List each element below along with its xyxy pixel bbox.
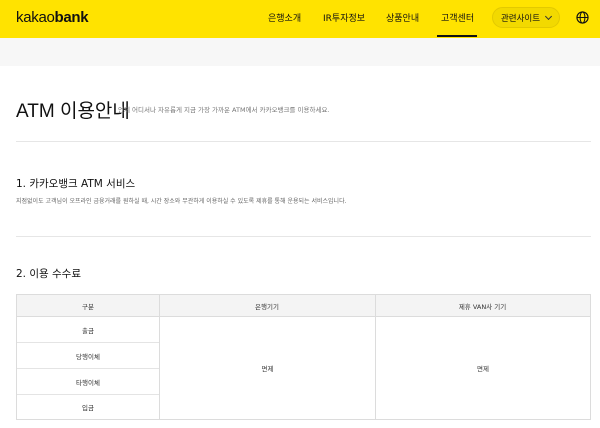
table-header-category: 구분 [17,295,159,317]
table-row-other-bank-transfer: 타행이체 [17,369,159,395]
table-header-bank-atm: 은행기기 [159,295,375,317]
logo-text-kakao: kakao [16,9,55,26]
divider [16,141,591,142]
logo-text-bank: bank [54,9,89,26]
table-row-same-bank-transfer: 당행이체 [17,343,159,369]
page-subtitle: 언제 어디서나 자유롭게 지금 가장 가까운 ATM에서 카카오뱅크를 이용하세… [118,106,330,114]
bank-atm-fee-cell: 면제 [261,365,274,373]
kakaobank-logo[interactable]: kakaobank [16,9,89,26]
nav-item-products[interactable]: 상품안내 [386,11,419,24]
nav-item-about[interactable]: 은행소개 [268,11,301,24]
related-sites-button[interactable]: 관련사이트 [492,7,560,28]
table-header-van-atm: 제휴 VAN사 기기 [375,295,590,317]
nav-item-ir[interactable]: IR투자정보 [323,11,365,24]
section-description: 지점없이도 고객님이 오프라인 금융거래를 원하실 때, 시간 장소와 무관하게… [16,198,347,205]
page-title: ATM 이용안내 [16,101,130,122]
chevron-down-icon [545,12,553,20]
table-row-withdraw: 출금 [17,317,159,343]
globe-icon[interactable] [576,11,589,24]
table-row-deposit: 입금 [82,404,94,412]
top-header: kakaobank 은행소개 IR투자정보 상품안내 고객센터 관련사이트 [0,0,600,38]
nav-active-indicator [437,35,477,37]
header-spacer-band [0,38,600,66]
section-title-fees: 2. 이용 수수료 [16,268,81,280]
related-sites-label: 관련사이트 [500,13,541,24]
divider [16,236,591,237]
van-atm-fee-cell: 면제 [477,365,489,373]
section-title-atm-service: 1. 카카오뱅크 ATM 서비스 [16,178,136,190]
nav-item-customer-center[interactable]: 고객센터 [441,11,474,24]
fee-table: 구분 은행기기 제휴 VAN사 기기 출금 당행이체 타행이체 입금 면제 면제 [16,294,591,420]
